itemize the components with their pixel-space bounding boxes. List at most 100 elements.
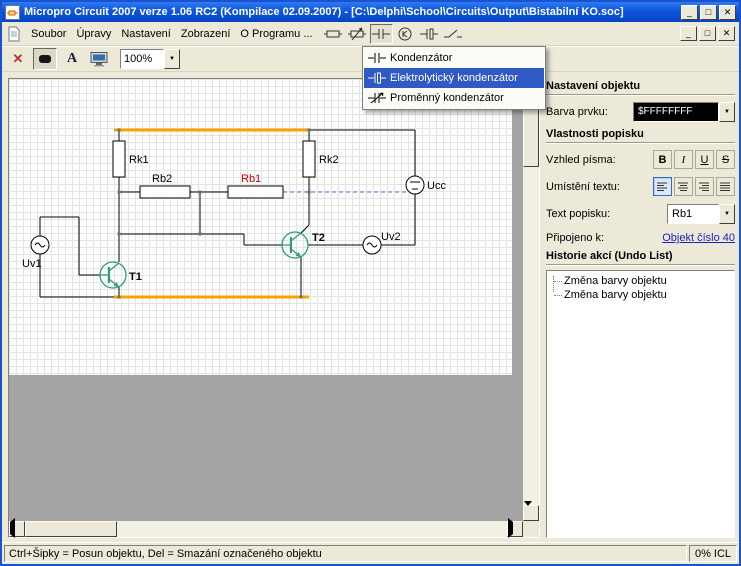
menu-item-kondenzator[interactable]: Kondenzátor bbox=[364, 48, 544, 68]
pointer-icon bbox=[38, 53, 52, 65]
scrollbar-corner bbox=[523, 521, 539, 537]
undo-list[interactable]: Změna barvy objektu Změna barvy objektu bbox=[546, 270, 735, 538]
electrolytic-capacitor-tool-button[interactable] bbox=[418, 24, 441, 44]
menu-upravy[interactable]: Úpravy bbox=[71, 23, 116, 45]
capacitor-icon bbox=[364, 52, 390, 64]
pointer-tool-button[interactable] bbox=[33, 48, 57, 70]
align-center-icon bbox=[677, 181, 690, 192]
text-tool-icon: A bbox=[67, 51, 77, 67]
mdi-window-controls: _ □ ✕ bbox=[678, 26, 735, 41]
schematic-page[interactable]: Rk1 Rk2 Rb2 Rb1 Ucc Uv1 Uv2 T1 T2 bbox=[9, 79, 512, 375]
circuit-wires bbox=[40, 130, 415, 297]
underline-button[interactable]: U bbox=[695, 150, 714, 169]
label-rb1: Rb1 bbox=[241, 173, 261, 185]
history-header: Historie akcí (Undo List) bbox=[546, 250, 735, 265]
component-toolbar bbox=[322, 24, 465, 44]
resistor-tool-button[interactable] bbox=[322, 24, 345, 44]
menu-zobrazeni[interactable]: Zobrazení bbox=[176, 23, 236, 45]
italic-button[interactable]: I bbox=[674, 150, 693, 169]
scroll-right-icon bbox=[508, 518, 513, 538]
app-icon bbox=[5, 5, 20, 20]
align-center-button[interactable] bbox=[674, 177, 693, 196]
title-bar: Micropro Circuit 2007 verze 1.06 RC2 (Ko… bbox=[2, 2, 739, 22]
variable-capacitor-icon bbox=[364, 92, 390, 104]
schematic-canvas[interactable]: Rk1 Rk2 Rb2 Rb1 Ucc Uv1 Uv2 T1 T2 bbox=[8, 78, 540, 538]
menu-bar: Soubor Úpravy Nastavení Zobrazení O Prog… bbox=[2, 22, 739, 46]
menu-soubor[interactable]: Soubor bbox=[26, 23, 71, 45]
document-icon[interactable] bbox=[6, 26, 22, 42]
delete-object-button[interactable]: ✕ bbox=[6, 48, 30, 70]
align-left-icon bbox=[656, 181, 669, 192]
menu-item-promenny-kondenzator[interactable]: Proměnný kondenzátor bbox=[364, 88, 544, 108]
text-alignment-label: Umístění textu: bbox=[546, 181, 620, 193]
horizontal-scroll-thumb[interactable] bbox=[25, 521, 117, 537]
scroll-right-button[interactable] bbox=[507, 521, 523, 537]
zoom-dropdown-arrow[interactable]: ▼ bbox=[164, 49, 180, 69]
align-justify-button[interactable] bbox=[716, 177, 735, 196]
alignment-buttons bbox=[651, 177, 735, 196]
status-icl: 0% ICL bbox=[689, 545, 737, 562]
label-text-value: Rb1 bbox=[667, 204, 719, 224]
label-text-combo[interactable]: Rb1 ▼ bbox=[667, 204, 735, 224]
align-right-icon bbox=[698, 181, 711, 192]
color-dropdown-arrow[interactable]: ▼ bbox=[719, 102, 735, 122]
main-area: Rk1 Rk2 Rb2 Rb1 Ucc Uv1 Uv2 T1 T2 bbox=[2, 72, 739, 542]
resistor-rb2 bbox=[140, 186, 190, 198]
undo-tree: Změna barvy objektu Změna barvy objektu bbox=[547, 271, 734, 302]
label-t2: T2 bbox=[312, 232, 325, 244]
bold-button[interactable]: B bbox=[653, 150, 672, 169]
element-color-row: Barva prvku: $FFFFFFFF ▼ bbox=[546, 102, 735, 122]
resistor-rk1 bbox=[113, 141, 125, 177]
zoom-input[interactable] bbox=[120, 49, 164, 69]
menu-nastaveni[interactable]: Nastavení bbox=[116, 23, 176, 45]
undo-item[interactable]: Změna barvy objektu bbox=[547, 274, 734, 288]
label-text-row: Text popisku: Rb1 ▼ bbox=[546, 204, 735, 224]
maximize-button[interactable]: □ bbox=[700, 5, 717, 20]
align-right-button[interactable] bbox=[695, 177, 714, 196]
status-bar: Ctrl+Šipky = Posun objektu, Del = Smazán… bbox=[2, 542, 739, 564]
connected-to-label: Připojeno k: bbox=[546, 232, 604, 244]
switch-tool-button[interactable] bbox=[442, 24, 465, 44]
status-hint: Ctrl+Šipky = Posun objektu, Del = Smazán… bbox=[4, 545, 687, 562]
text-tool-button[interactable]: A bbox=[60, 48, 84, 70]
potentiometer-tool-button[interactable] bbox=[346, 24, 369, 44]
scroll-left-icon bbox=[10, 518, 15, 538]
label-text-dropdown-arrow[interactable]: ▼ bbox=[719, 204, 735, 224]
zoom-combo: ▼ bbox=[120, 49, 180, 69]
scroll-down-button[interactable] bbox=[523, 505, 539, 521]
minimize-button[interactable]: _ bbox=[681, 5, 698, 20]
mdi-close-button[interactable]: ✕ bbox=[718, 26, 735, 41]
mdi-minimize-button[interactable]: _ bbox=[680, 26, 697, 41]
mdi-restore-button[interactable]: □ bbox=[699, 26, 716, 41]
font-style-label: Vzhled písma: bbox=[546, 154, 616, 166]
undo-item[interactable]: Změna barvy objektu bbox=[547, 288, 734, 302]
scroll-left-button[interactable] bbox=[9, 521, 25, 537]
connected-to-row: Připojeno k: Objekt číslo 40 bbox=[546, 232, 735, 244]
window-title: Micropro Circuit 2007 verze 1.06 RC2 (Ko… bbox=[24, 6, 679, 18]
menu-item-elektrolyticky-kondenzator[interactable]: Elektrolytický kondenzátor bbox=[364, 68, 544, 88]
label-uv1: Uv1 bbox=[22, 258, 42, 270]
strikethrough-button[interactable]: S bbox=[716, 150, 735, 169]
label-text-label: Text popisku: bbox=[546, 208, 610, 220]
element-color-value: $FFFFFFFF bbox=[633, 102, 719, 122]
menu-o-programu[interactable]: O Programu ... bbox=[235, 23, 317, 45]
capacitor-dropdown-menu: Kondenzátor Elektrolytický kondenzátor P… bbox=[362, 46, 546, 110]
label-rb2: Rb2 bbox=[152, 173, 172, 185]
connected-object-link[interactable]: Objekt číslo 40 bbox=[662, 232, 735, 244]
resistor-rb1 bbox=[228, 186, 283, 198]
text-alignment-row: Umístění textu: bbox=[546, 177, 735, 196]
circuit-drawing: Rk1 Rk2 Rb2 Rb1 Ucc Uv1 Uv2 T1 T2 bbox=[9, 79, 512, 375]
element-color-combo[interactable]: $FFFFFFFF ▼ bbox=[633, 102, 735, 122]
horizontal-scrollbar[interactable] bbox=[9, 521, 523, 537]
properties-panel: Nastavení objektu Barva prvku: $FFFFFFFF… bbox=[544, 78, 737, 538]
label-properties-header: Vlastnosti popisku bbox=[546, 128, 735, 143]
source-ucc bbox=[406, 176, 424, 194]
delete-icon: ✕ bbox=[13, 51, 24, 67]
close-button[interactable]: ✕ bbox=[719, 5, 736, 20]
preview-tool-button[interactable] bbox=[87, 48, 111, 70]
capacitor-tool-button[interactable] bbox=[370, 24, 393, 44]
coil-tool-button[interactable] bbox=[394, 24, 417, 44]
align-left-button[interactable] bbox=[653, 177, 672, 196]
font-style-buttons: B I U S bbox=[651, 150, 735, 169]
vertical-scrollbar[interactable] bbox=[523, 79, 539, 521]
